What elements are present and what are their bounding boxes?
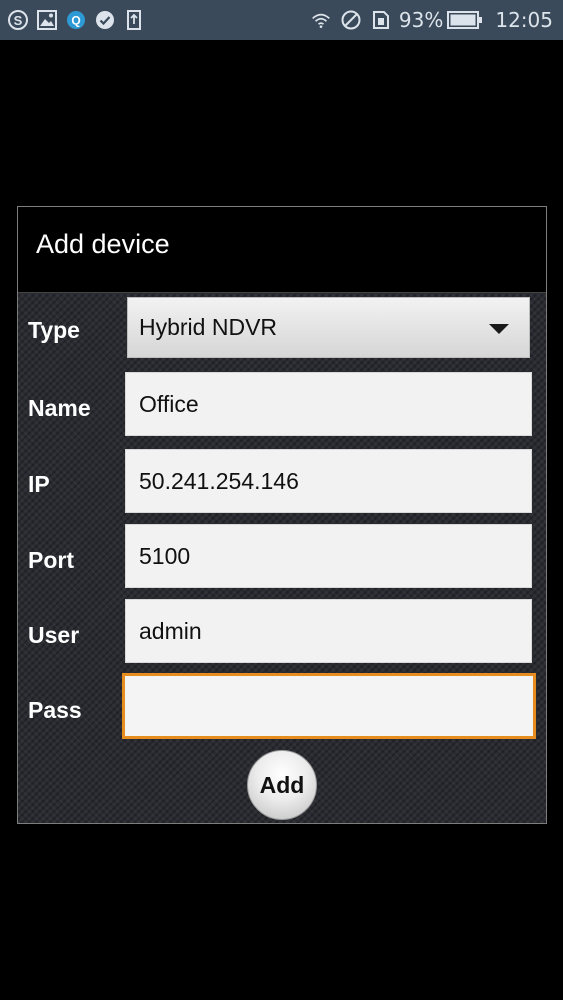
- dialog-title: Add device: [36, 229, 170, 259]
- name-label: Name: [28, 395, 91, 421]
- svg-text:S: S: [14, 13, 23, 28]
- name-field[interactable]: Office: [125, 372, 532, 436]
- port-field[interactable]: 5100: [125, 524, 532, 588]
- svg-text:Q: Q: [71, 14, 80, 28]
- ip-field[interactable]: 50.241.254.146: [125, 449, 532, 513]
- add-button[interactable]: Add: [247, 750, 317, 820]
- pass-label: Pass: [28, 697, 82, 723]
- ip-field-value: 50.241.254.146: [139, 467, 299, 494]
- sim-icon: [371, 10, 391, 30]
- type-dropdown[interactable]: Hybrid NDVR: [127, 297, 530, 358]
- image-icon: [37, 10, 57, 30]
- battery-percent: 93%: [398, 8, 444, 32]
- port-field-value: 5100: [139, 542, 191, 569]
- user-label: User: [28, 622, 80, 648]
- check-badge-icon: [95, 10, 115, 30]
- add-device-dialog: Add device Type Hybrid NDVR Name Office …: [17, 206, 547, 824]
- no-disturb-icon: [341, 10, 361, 30]
- type-dropdown-value: Hybrid NDVR: [139, 314, 278, 340]
- upload-icon: [124, 10, 144, 30]
- notification-icons: S Q: [8, 10, 153, 30]
- status-bar: S Q 93% 12:05: [0, 0, 563, 40]
- type-label: Type: [28, 317, 80, 343]
- dialog-header: Add device: [18, 207, 546, 293]
- ip-label: IP: [28, 471, 50, 497]
- system-icons: 93% 12:05: [301, 8, 553, 32]
- user-field[interactable]: admin: [125, 599, 532, 663]
- wifi-icon: [311, 10, 331, 30]
- name-field-value: Office: [139, 390, 199, 417]
- battery-icon: [447, 10, 483, 30]
- dropdown-arrow-icon: [489, 324, 509, 334]
- port-label: Port: [28, 547, 74, 573]
- user-field-value: admin: [139, 617, 202, 644]
- pass-field[interactable]: [122, 673, 536, 739]
- skype-icon: S: [8, 10, 28, 30]
- clock: 12:05: [495, 8, 553, 32]
- app-q-icon: Q: [66, 10, 86, 30]
